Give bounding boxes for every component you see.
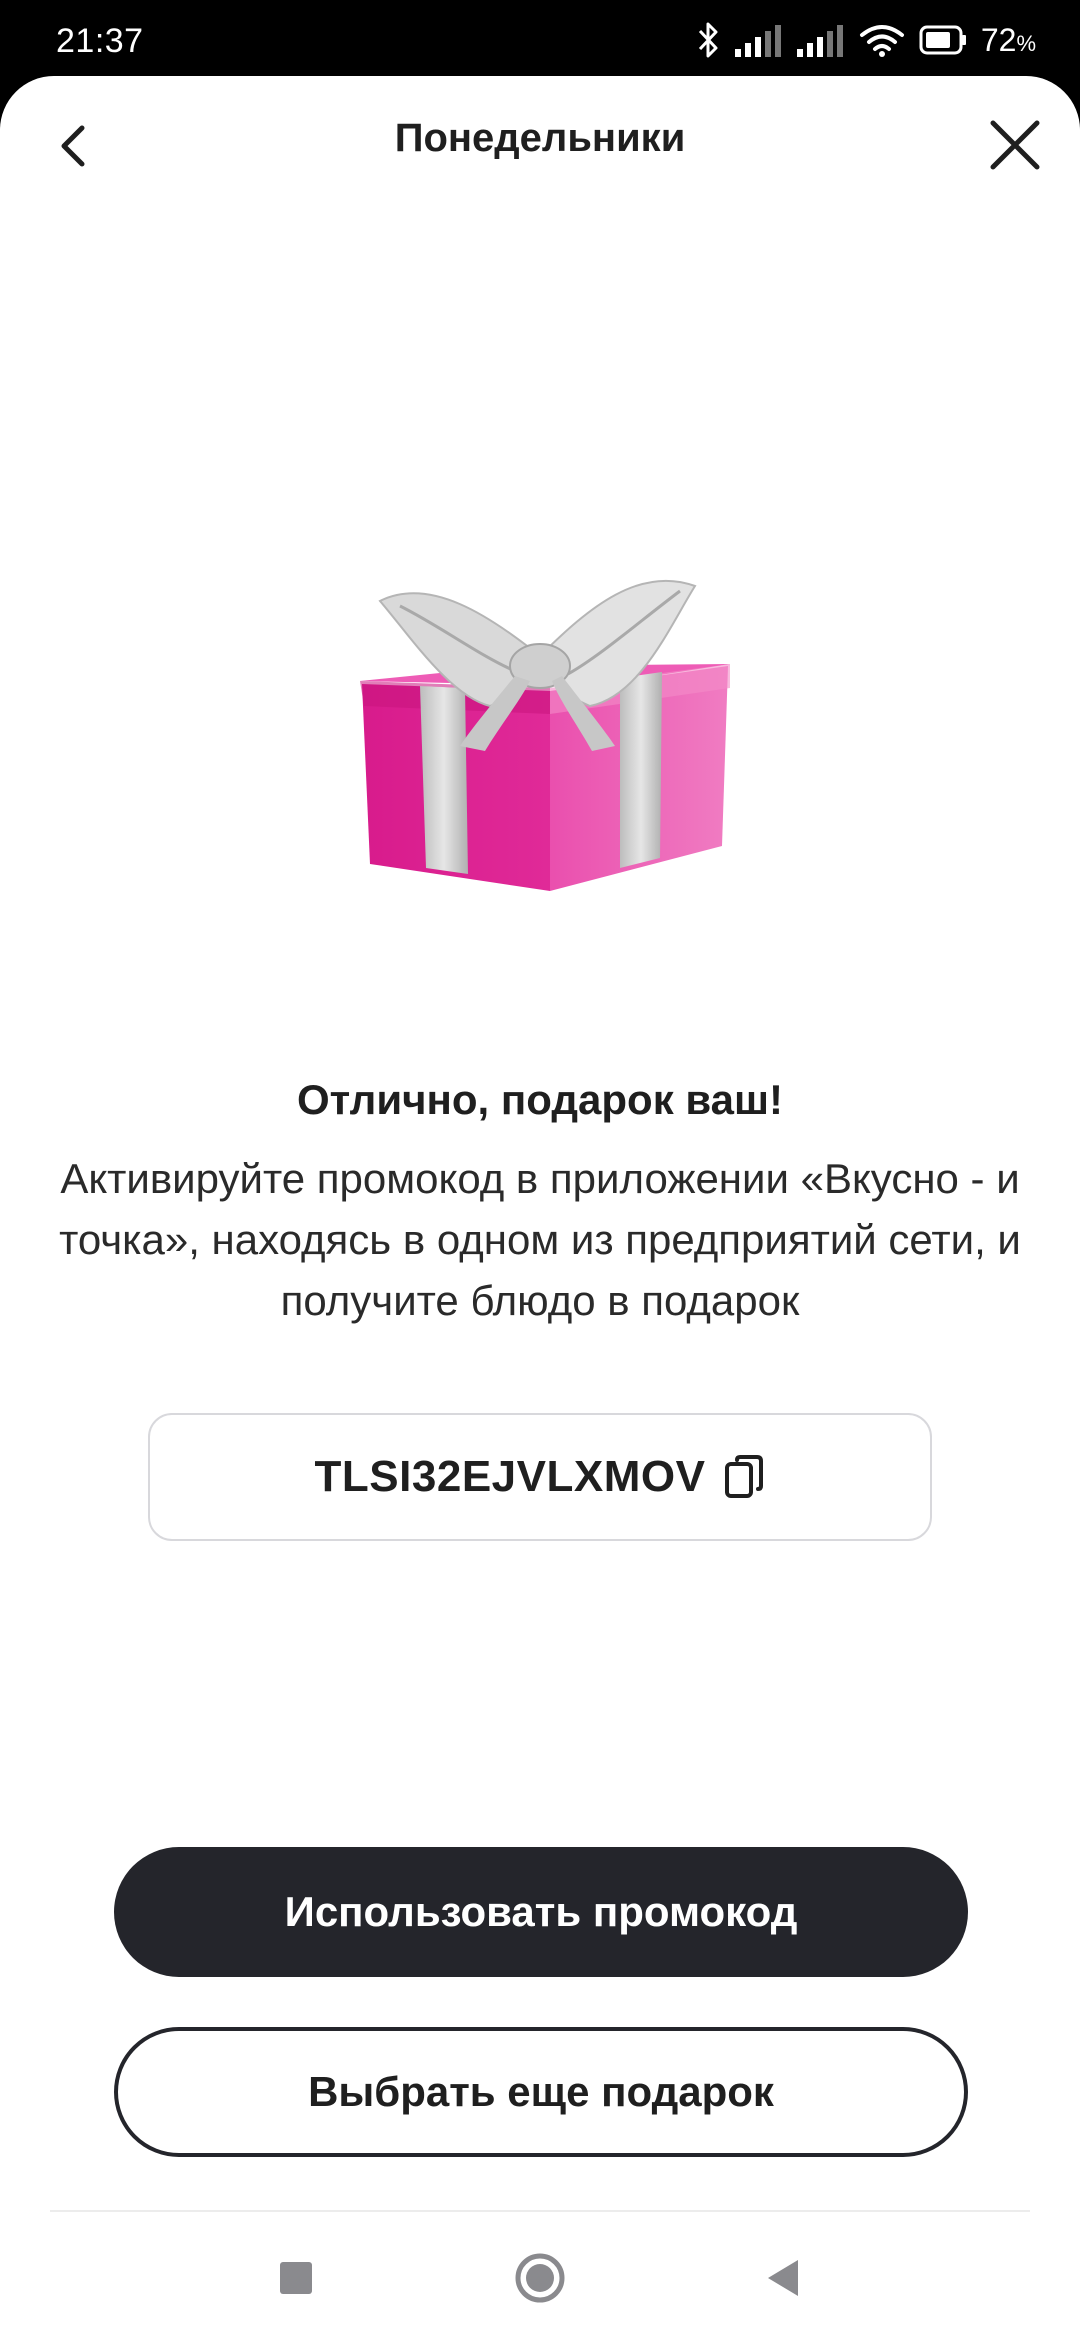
- circle-icon: [515, 2253, 565, 2303]
- status-time: 21:37: [56, 22, 144, 60]
- wifi-icon: [859, 25, 904, 57]
- recents-button[interactable]: [268, 2250, 324, 2306]
- close-icon: [990, 120, 1040, 170]
- system-nav-bar: [0, 2216, 1080, 2340]
- divider: [50, 2210, 1030, 2212]
- bottom-sheet: Понедельники Отлично, подарок ваш! Актив…: [0, 76, 1080, 2340]
- gift-box-image: [340, 546, 740, 906]
- copy-icon[interactable]: [723, 1454, 765, 1500]
- back-nav-button[interactable]: [756, 2250, 812, 2306]
- success-headline: Отлично, подарок ваш!: [296, 1076, 784, 1123]
- promo-description: Активируйте промокод в приложении «Вкусн…: [59, 1155, 1021, 1324]
- battery-level: 72%: [980, 21, 1036, 58]
- top-bar: Понедельники: [0, 76, 1080, 206]
- use-promo-button[interactable]: Использовать промокод: [114, 1847, 968, 1977]
- battery-icon: [919, 25, 966, 55]
- signal-icon: [796, 25, 843, 57]
- promo-code-text: TLSI32EJVLXMOV: [314, 1452, 706, 1501]
- promo-code-field[interactable]: TLSI32EJVLXMOV: [148, 1413, 932, 1541]
- close-button[interactable]: [980, 110, 1050, 180]
- page-title: Понедельники: [394, 116, 686, 160]
- status-icons: 72%: [697, 20, 1036, 60]
- gift-box-icon: [360, 579, 730, 891]
- bluetooth-icon: [698, 22, 718, 58]
- home-button[interactable]: [512, 2250, 568, 2306]
- signal-icon: [734, 25, 781, 57]
- choose-another-gift-button[interactable]: Выбрать еще подарок: [114, 2027, 968, 2157]
- status-bar: 21:37 72%: [0, 0, 1080, 80]
- triangle-back-icon: [768, 2260, 798, 2296]
- square-icon: [280, 2262, 312, 2294]
